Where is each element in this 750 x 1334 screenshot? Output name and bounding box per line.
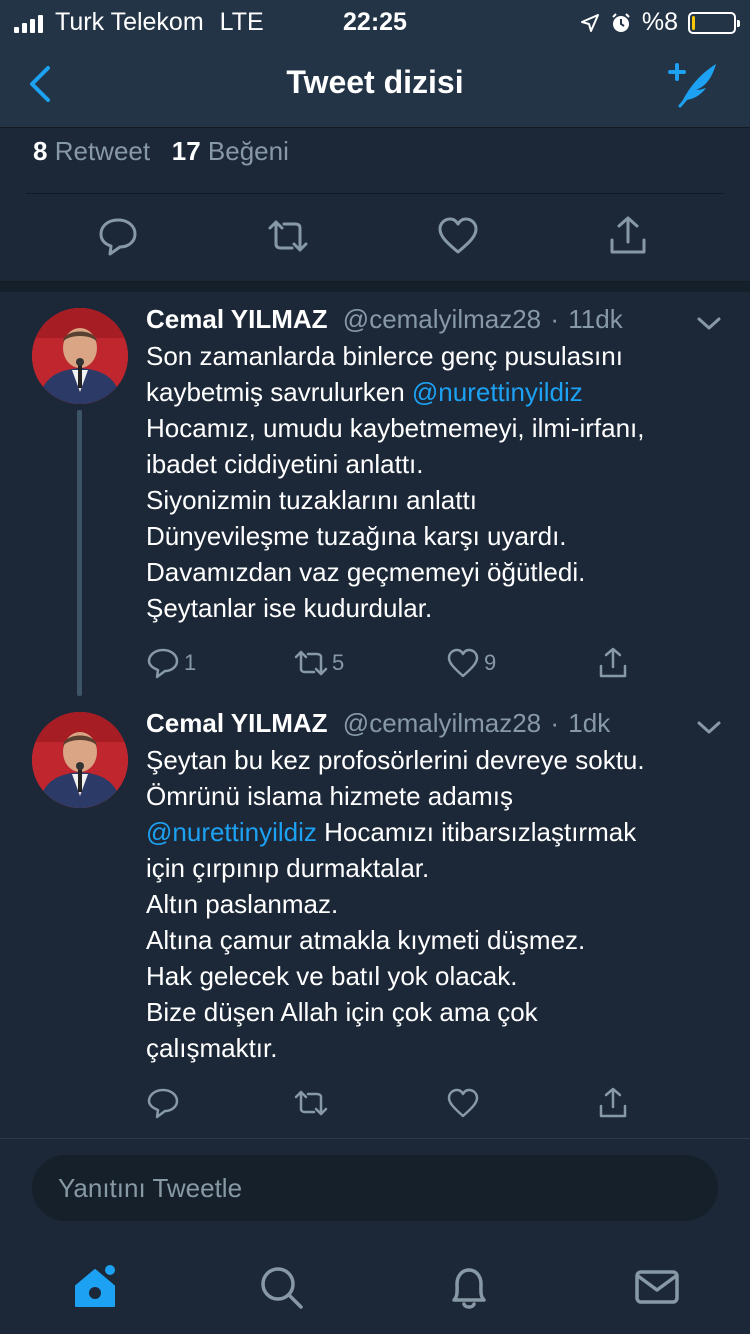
tweet-header: Cemal YILMAZ @cemalyilmaz28 · 1dk — [146, 708, 610, 739]
main-tweet-actions — [0, 194, 750, 282]
author-name[interactable]: Cemal YILMAZ — [146, 304, 328, 334]
mention-link[interactable]: @nurettinyildiz — [412, 377, 583, 407]
stats-line: 8 Retweet 17 Beğeni — [33, 136, 289, 167]
retweet-count[interactable]: 8 — [33, 136, 47, 166]
tweet-line: Şeytanlar ise kudurdular. — [146, 593, 433, 623]
tweet-line: Ömrünü islama hizmete adamış — [146, 781, 514, 811]
tweet-line: Şeytan bu kez profosörlerini devreye sok… — [146, 745, 645, 775]
tweet-line: @nurettinyildiz Hocamızı itibarsızlaştır… — [146, 814, 736, 850]
tweet-line: Hocamız, umudu kaybetmemeyi, ilmi-irfanı… — [146, 413, 645, 443]
tweet-header: Cemal YILMAZ @cemalyilmaz28 · 11dk — [146, 304, 623, 335]
avatar[interactable] — [32, 308, 128, 404]
tweet-line: çalışmaktır. — [146, 1033, 278, 1063]
separator-dot: · — [550, 708, 560, 738]
battery-percent: %8 — [641, 8, 678, 36]
location-arrow-icon — [580, 13, 599, 32]
tweet-line: Dünyevileşme tuzağına karşı uyardı. — [146, 521, 567, 551]
search-icon[interactable] — [256, 1262, 306, 1312]
avatar[interactable] — [32, 712, 128, 808]
avatar-photo — [32, 712, 128, 808]
share-action[interactable] — [596, 1086, 630, 1120]
reply-icon[interactable] — [96, 214, 140, 258]
mention-link[interactable]: @nurettinyildiz — [146, 817, 317, 847]
author-name[interactable]: Cemal YILMAZ — [146, 708, 328, 738]
bottom-tab-bar — [0, 1244, 750, 1334]
reply-action[interactable] — [146, 1086, 184, 1120]
status-right: %8 — [580, 8, 740, 37]
status-bar: Turk Telekom LTE 22:25 %8 — [0, 0, 750, 42]
like-heart-icon[interactable] — [446, 1086, 480, 1120]
tweet-line: Hak gelecek ve batıl yok olacak. — [146, 961, 518, 991]
tweet-time: 11dk — [568, 304, 623, 334]
tweet-line: için çırpınıp durmaktalar. — [146, 853, 430, 883]
chevron-down-icon[interactable] — [696, 720, 722, 736]
author-handle[interactable]: @cemalyilmaz28 — [343, 708, 541, 738]
tweet-item[interactable]: Cemal YILMAZ @cemalyilmaz28 · 11dk Son z… — [0, 292, 750, 702]
share-icon[interactable] — [596, 1086, 630, 1120]
like-label[interactable]: Beğeni — [208, 136, 289, 166]
reply-composer — [0, 1138, 750, 1244]
retweet-action[interactable]: 5 — [294, 646, 344, 680]
tweet-line: Son zamanlarda binlerce genç pusulasını — [146, 341, 623, 371]
retweet-count: 5 — [332, 650, 345, 675]
alarm-clock-icon — [612, 12, 630, 32]
battery-icon — [688, 11, 740, 34]
notifications-bell-icon[interactable] — [444, 1262, 494, 1312]
tweet-line: kaybetmiş savrulurken @nurettinyildiz — [146, 374, 736, 410]
like-count: 9 — [484, 650, 497, 675]
tweet-time: 1dk — [568, 708, 611, 738]
retweet-label[interactable]: Retweet — [55, 136, 150, 166]
battery-level — [692, 15, 696, 30]
reply-count: 1 — [184, 650, 197, 675]
tweet-line-text: kaybetmiş savrulurken — [146, 377, 412, 407]
section-gap — [0, 282, 750, 292]
tweet-line-text: Hocamızı itibarsızlaştırmak — [316, 817, 637, 847]
thread-connector-line — [77, 410, 82, 696]
like-heart-icon[interactable] — [446, 646, 480, 680]
tweet-text: Son zamanlarda binlerce genç pusulasını … — [146, 338, 736, 626]
retweet-action[interactable] — [294, 1086, 332, 1120]
tweet-item[interactable]: Cemal YILMAZ @cemalyilmaz28 · 1dk Şeytan… — [0, 702, 750, 1138]
reply-icon[interactable] — [146, 646, 180, 680]
compose-tweet-icon[interactable] — [666, 58, 722, 110]
tweet-line: Altın paslanmaz. — [146, 889, 339, 919]
reply-action[interactable]: 1 — [146, 646, 196, 680]
page-title: Tweet dizisi — [286, 64, 464, 100]
tweet-line: Bize düşen Allah için çok ama çok — [146, 997, 538, 1027]
separator-dot: · — [550, 304, 560, 334]
tweet-actions — [146, 1086, 666, 1122]
navigation-bar: Tweet dizisi — [0, 42, 750, 128]
reply-input[interactable] — [32, 1155, 718, 1221]
tweet-text: Şeytan bu kez profosörlerini devreye sok… — [146, 742, 736, 1066]
share-icon[interactable] — [596, 646, 630, 680]
home-icon[interactable] — [70, 1262, 120, 1312]
author-handle[interactable]: @cemalyilmaz28 — [343, 304, 541, 334]
tweet-line: ibadet ciddiyetini anlattı. — [146, 449, 424, 479]
retweet-icon[interactable] — [294, 646, 328, 680]
tweet-actions: 1 5 9 — [146, 646, 666, 682]
retweet-icon[interactable] — [266, 214, 310, 258]
tweet-line: Davamızdan vaz geçmemeyi öğütledi. — [146, 557, 586, 587]
like-heart-icon[interactable] — [436, 214, 480, 258]
share-icon[interactable] — [606, 214, 650, 258]
messages-envelope-icon[interactable] — [632, 1262, 682, 1312]
reply-icon[interactable] — [146, 1086, 180, 1120]
like-count[interactable]: 17 — [172, 136, 201, 166]
chevron-down-icon[interactable] — [696, 316, 722, 332]
avatar-photo — [32, 308, 128, 404]
tweet-line: Altına çamur atmakla kıymeti düşmez. — [146, 925, 586, 955]
share-action[interactable] — [596, 646, 630, 680]
like-action[interactable]: 9 — [446, 646, 496, 680]
tweet-line: Siyonizmin tuzaklarını anlattı — [146, 485, 477, 515]
tweet-stats: 8 Retweet 17 Beğeni — [0, 128, 750, 194]
like-action[interactable] — [446, 1086, 484, 1120]
retweet-icon[interactable] — [294, 1086, 328, 1120]
